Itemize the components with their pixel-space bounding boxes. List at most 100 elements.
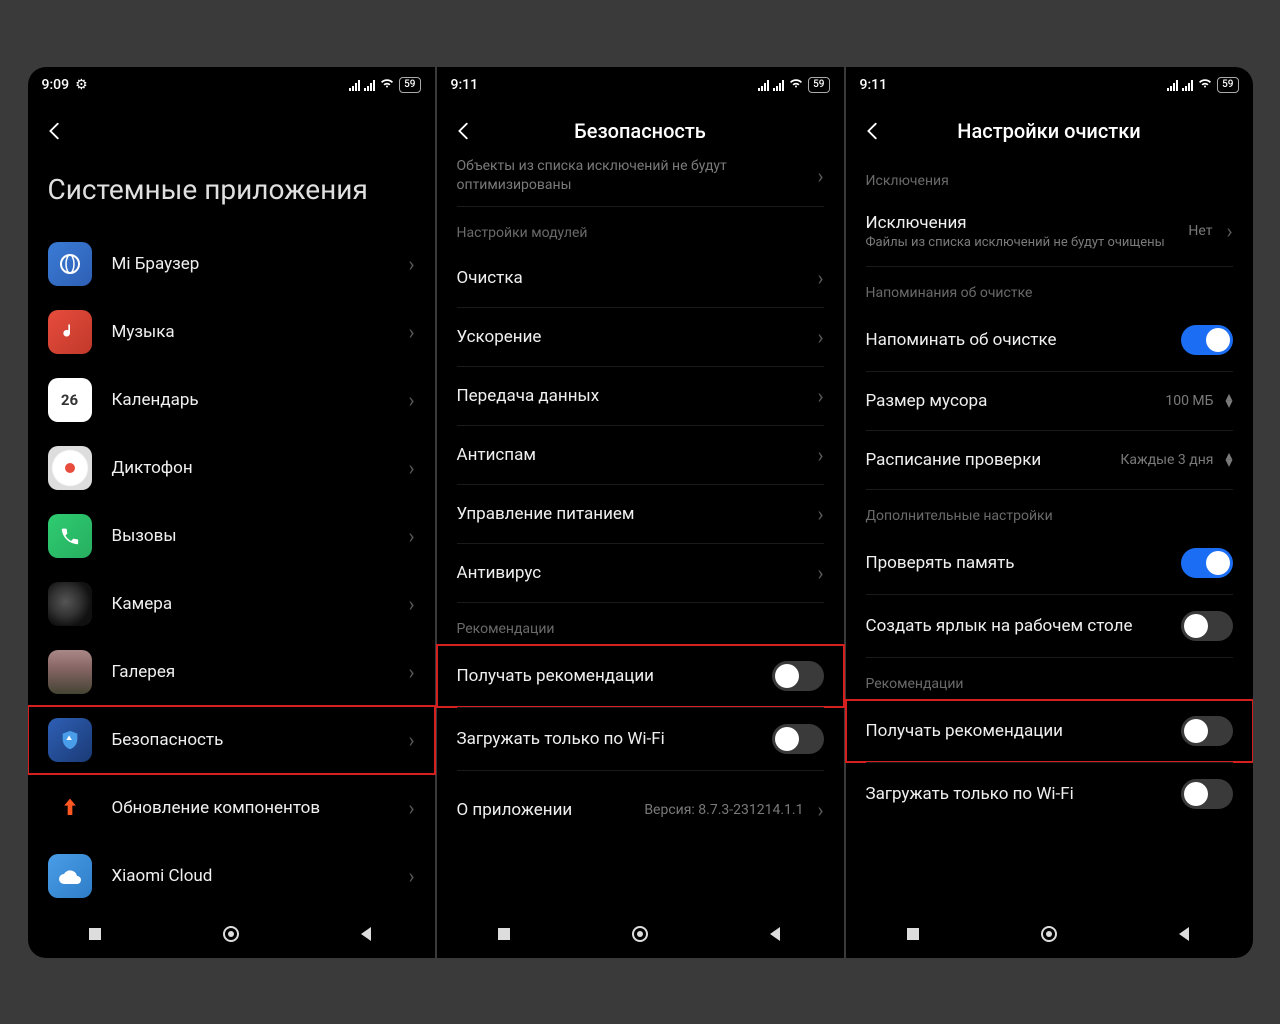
row-label: Антивирус (457, 563, 810, 583)
exclusion-info-text: Объекты из списка исключений не будут оп… (457, 157, 818, 196)
back-button[interactable] (453, 120, 475, 142)
nav-back[interactable] (762, 920, 790, 948)
app-label: Музыка (112, 322, 401, 342)
row-label: Размер мусора (866, 391, 1166, 411)
toggle-shortcut[interactable]: Создать ярлык на рабочем столе (846, 595, 1253, 657)
screenshot-triptych: 9:09 ⚙ 59 Системные приложения Mi Браузе… (28, 67, 1253, 958)
module-boost[interactable]: Ускорение› (437, 308, 844, 366)
module-data[interactable]: Передача данных› (437, 367, 844, 425)
status-bar: 9:11 59 (437, 67, 844, 103)
wifi-icon (379, 77, 395, 93)
chevron-right-icon: › (817, 443, 823, 467)
nav-home[interactable] (1035, 920, 1063, 948)
cloud-icon (48, 854, 92, 898)
toggle-recommendations[interactable]: Получать рекомендации (437, 645, 844, 707)
module-antivirus[interactable]: Антивирус › (437, 544, 844, 602)
nav-home[interactable] (217, 920, 245, 948)
app-label: Обновление компонентов (112, 798, 401, 818)
signal-icon (1167, 79, 1178, 91)
chevron-right-icon: › (408, 592, 414, 616)
row-label: Передача данных (457, 386, 810, 406)
toggle-switch[interactable] (1181, 779, 1233, 809)
row-label: Получать рекомендации (866, 721, 1181, 741)
nav-back[interactable] (353, 920, 381, 948)
status-time: 9:09 (42, 77, 70, 93)
exclusion-info-row[interactable]: Объекты из списка исключений не будут оп… (437, 155, 844, 206)
toggle-switch[interactable] (772, 661, 824, 691)
module-antispam[interactable]: Антиспам › (437, 426, 844, 484)
calendar-icon: 26 (48, 378, 92, 422)
toggle-wifi-only[interactable]: Загружать только по Wi-Fi (846, 763, 1253, 825)
toggle-switch[interactable] (1181, 548, 1233, 578)
row-value: Каждые 3 дня (1120, 452, 1213, 468)
nav-bar (437, 910, 844, 958)
nav-back[interactable] (1171, 920, 1199, 948)
exclusions-row[interactable]: Исключения Файлы из списка исключений не… (846, 197, 1253, 266)
module-power[interactable]: Управление питанием› (437, 485, 844, 543)
header-title: Безопасность (475, 119, 806, 143)
schedule-row[interactable]: Расписание проверки Каждые 3 дня ▴▾ (846, 431, 1253, 489)
app-item-security[interactable]: Безопасность › (28, 706, 435, 774)
row-value: Нет (1188, 223, 1212, 239)
chevron-right-icon: › (408, 728, 414, 752)
update-icon (48, 786, 92, 830)
row-label: Управление питанием (457, 504, 810, 524)
wifi-icon (1197, 77, 1213, 93)
back-button[interactable] (862, 120, 884, 142)
toggle-switch[interactable] (772, 724, 824, 754)
app-item-calls[interactable]: Вызовы › (28, 502, 435, 570)
section-modules: Настройки модулей (437, 207, 844, 249)
status-icon: ⚙ (75, 77, 88, 93)
app-item-cloud[interactable]: Xiaomi Cloud › (28, 842, 435, 910)
signal-icon (364, 79, 375, 91)
chevron-right-icon: › (408, 796, 414, 820)
row-label: Антиспам (457, 445, 810, 465)
battery-icon: 59 (1217, 77, 1238, 93)
nav-home[interactable] (626, 920, 654, 948)
toggle-remind[interactable]: Напоминать об очистке (846, 309, 1253, 371)
app-label: Календарь (112, 390, 401, 410)
app-list: Mi Браузер › Музыка › 26 Календарь › Дик… (28, 230, 435, 910)
nav-recents[interactable] (81, 920, 109, 948)
chevron-right-icon: › (1226, 219, 1232, 243)
app-item-updater[interactable]: Обновление компонентов › (28, 774, 435, 842)
nav-recents[interactable] (899, 920, 927, 948)
back-button[interactable] (44, 120, 66, 142)
app-item-gallery[interactable]: Галерея › (28, 638, 435, 706)
toggle-switch[interactable] (1181, 716, 1233, 746)
camera-icon (48, 582, 92, 626)
about-row[interactable]: О приложении Версия: 8.7.3-231214.1.1 › (437, 781, 844, 839)
toggle-wifi-only[interactable]: Загружать только по Wi-Fi (437, 708, 844, 770)
app-label: Диктофон (112, 458, 401, 478)
stepper-icon: ▴▾ (1225, 453, 1232, 467)
toggle-switch[interactable] (1181, 611, 1233, 641)
app-item-recorder[interactable]: Диктофон › (28, 434, 435, 502)
chevron-right-icon: › (817, 561, 823, 585)
toggle-switch[interactable] (1181, 325, 1233, 355)
row-label: Расписание проверки (866, 450, 1121, 470)
nav-recents[interactable] (490, 920, 518, 948)
recorder-icon (48, 446, 92, 490)
music-icon (48, 310, 92, 354)
app-label: Mi Браузер (112, 254, 401, 274)
header: Безопасность (437, 103, 844, 155)
app-item-calendar[interactable]: 26 Календарь › (28, 366, 435, 434)
module-cleanup[interactable]: Очистка› (437, 249, 844, 307)
chevron-right-icon: › (408, 456, 414, 480)
app-item-camera[interactable]: Камера › (28, 570, 435, 638)
row-label: Очистка (457, 268, 810, 288)
trash-size-row[interactable]: Размер мусора 100 МБ ▴▾ (846, 372, 1253, 430)
row-label: Ускорение (457, 327, 810, 347)
chevron-right-icon: › (408, 524, 414, 548)
toggle-check-memory[interactable]: Проверять память (846, 532, 1253, 594)
header: Настройки очистки (846, 103, 1253, 155)
page-title: Системные приложения (28, 155, 435, 230)
app-item-browser[interactable]: Mi Браузер › (28, 230, 435, 298)
section-recommendations: Рекомендации (846, 658, 1253, 700)
app-label: Галерея (112, 662, 401, 682)
app-item-music[interactable]: Музыка › (28, 298, 435, 366)
toggle-recommendations[interactable]: Получать рекомендации (846, 700, 1253, 762)
section-reminders: Напоминания об очистке (846, 267, 1253, 309)
row-subtitle: Файлы из списка исключений не будут очищ… (866, 235, 1189, 250)
chevron-right-icon: › (408, 320, 414, 344)
